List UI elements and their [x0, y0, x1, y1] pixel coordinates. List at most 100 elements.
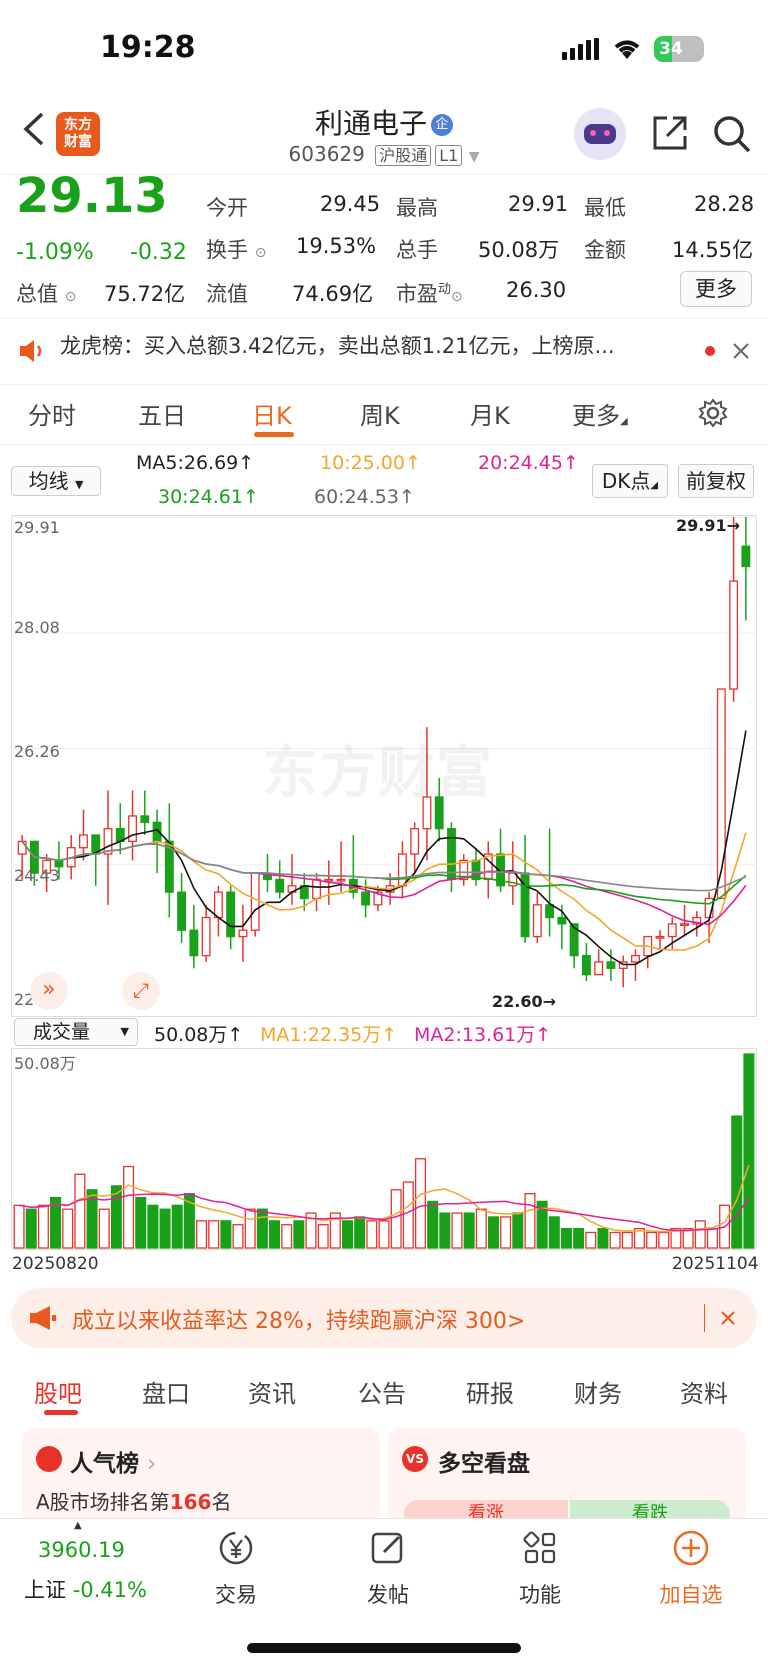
candle-body: [741, 545, 751, 568]
volume-bar: [171, 1204, 183, 1249]
more-button[interactable]: 更多: [680, 271, 752, 307]
index-row[interactable]: 上证 -0.41%: [24, 1574, 147, 1604]
open-label: 今开: [206, 196, 248, 220]
volume-bar: [585, 1231, 597, 1249]
dropdown-icon[interactable]: ▼: [469, 149, 480, 165]
tab-finance[interactable]: 财务: [574, 1374, 622, 1409]
candle-body: [545, 904, 555, 919]
level-tag: L1: [435, 145, 463, 166]
candle-body: [667, 923, 677, 938]
candle-body: [581, 954, 591, 976]
nav-post[interactable]: 发帖: [356, 1528, 420, 1609]
expand-left-icon[interactable]: »: [30, 972, 68, 1010]
index-value[interactable]: 3960.19: [38, 1538, 125, 1562]
home-indicator: [247, 1643, 521, 1653]
tab-announcement[interactable]: 公告: [358, 1374, 406, 1409]
volume-chart[interactable]: [11, 1048, 757, 1250]
share-icon[interactable]: [651, 114, 689, 152]
ma5-value: MA5:26.69↑: [136, 452, 255, 474]
candle-body: [336, 878, 346, 882]
y-axis-label: 26.26: [14, 742, 60, 761]
date-end: 20251104: [672, 1254, 759, 1274]
volume-value: 50.08万↑: [154, 1024, 244, 1046]
tab-underline: [44, 1410, 78, 1415]
divider: [0, 444, 768, 445]
nav-trade[interactable]: 交易: [204, 1528, 268, 1609]
volume-value: 50.08万: [478, 238, 560, 262]
tab-guba[interactable]: 股吧: [34, 1374, 82, 1409]
watermark: 东方财富: [262, 741, 494, 806]
volume-bar: [475, 1208, 487, 1249]
info-icon[interactable]: ⊙: [255, 245, 267, 261]
tab-weekly-k[interactable]: 周K: [360, 396, 400, 431]
high-label: 最高: [396, 196, 438, 220]
ma-select[interactable]: 均线 ▼: [11, 466, 101, 496]
low-marker: 22.60→: [492, 992, 557, 1011]
close-icon[interactable]: [732, 342, 750, 360]
amount-label: 金额: [584, 238, 626, 262]
tab-profile[interactable]: 资料: [680, 1374, 728, 1409]
volume-bar: [281, 1224, 293, 1249]
high-marker: 29.91→: [676, 516, 741, 535]
tab-more[interactable]: 更多◢: [572, 396, 628, 431]
indicator-select[interactable]: 成交量 ▼: [14, 1018, 138, 1046]
volume-bar: [37, 1204, 49, 1249]
nav-function[interactable]: 功能: [508, 1528, 572, 1609]
turnover-label: 换手 ⊙: [206, 238, 267, 262]
float-value: 74.69亿: [292, 282, 374, 306]
triangle-icon: ◢: [620, 416, 628, 427]
tab-monthly-k[interactable]: 月K: [470, 396, 510, 431]
speaker-icon: [20, 340, 42, 362]
yen-icon: [219, 1531, 253, 1565]
hsgt-tag: 沪股通: [375, 145, 432, 166]
volume-bar: [731, 1115, 743, 1249]
popularity-title: 人气榜 ›: [70, 1451, 157, 1477]
tab-daily-k[interactable]: 日K: [252, 396, 292, 431]
battery-icon: 34: [654, 36, 704, 62]
candle-body: [128, 815, 137, 843]
volume-bar: [269, 1220, 281, 1249]
candle-body: [631, 954, 640, 963]
candle-body: [594, 961, 604, 976]
volume-bar: [135, 1196, 147, 1249]
tab-pankou[interactable]: 盘口: [142, 1374, 190, 1409]
divider: [0, 384, 768, 385]
edit-icon: [371, 1532, 403, 1564]
status-time: 19:28: [100, 30, 196, 65]
bull-bear-title: 多空看盘: [438, 1451, 530, 1477]
tab-news[interactable]: 资讯: [248, 1374, 296, 1409]
fullscreen-icon[interactable]: ⤢: [122, 972, 160, 1010]
candle-body: [532, 904, 542, 938]
candle-body: [324, 878, 334, 882]
volume-bar: [147, 1204, 159, 1249]
ma30-line: [21, 840, 747, 905]
y-axis-label: 29.91: [14, 518, 60, 537]
rank-text: A股市场排名第166名: [36, 1490, 232, 1514]
search-icon[interactable]: [712, 114, 752, 154]
candle-body: [361, 891, 371, 906]
wifi-icon: [614, 40, 640, 59]
tab-research[interactable]: 研报: [466, 1374, 514, 1409]
volume-label: 总手: [396, 238, 438, 262]
tab-fenshi[interactable]: 分时: [28, 396, 76, 431]
volume-bar: [548, 1216, 560, 1249]
candle-body: [213, 891, 223, 919]
volume-bar: [244, 1208, 256, 1249]
promo-text[interactable]: 成立以来收益率达 28%，持续跑赢沪深 300>: [72, 1303, 525, 1335]
close-icon[interactable]: [720, 1310, 736, 1326]
open-value: 29.45: [320, 192, 381, 216]
high-value: 29.91: [508, 192, 569, 216]
tab-wuri[interactable]: 五日: [138, 396, 186, 431]
info-icon[interactable]: ⊙: [451, 289, 463, 305]
candle-body: [238, 929, 248, 938]
candle-body: [655, 935, 665, 939]
dk-point-button[interactable]: DK点◢: [592, 464, 668, 498]
info-icon[interactable]: ⊙: [65, 289, 77, 305]
notice-text[interactable]: 龙虎榜：买入总额3.42亿元，卖出总额1.21亿元，上榜原...: [60, 330, 690, 360]
robot-avatar[interactable]: [574, 108, 626, 160]
change-value: -0.32: [130, 240, 187, 265]
settings-icon[interactable]: [698, 398, 728, 428]
volume-bar: [658, 1231, 670, 1249]
adjust-button[interactable]: 前复权: [678, 464, 754, 498]
nav-add-watchlist[interactable]: 加自选: [654, 1528, 728, 1609]
